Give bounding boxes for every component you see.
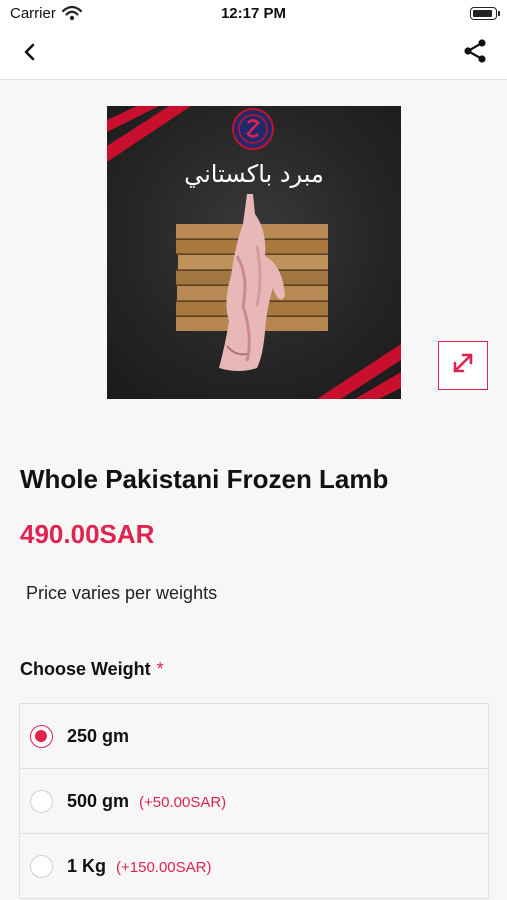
share-button[interactable] [459,38,491,68]
weight-option-label: 250 gm [67,726,129,747]
expand-arrows-icon [450,350,476,381]
status-time: 12:17 PM [220,5,287,22]
back-button[interactable] [14,40,46,68]
price-note: Price varies per weights [26,583,218,603]
chevron-left-icon [23,42,37,67]
weight-option-extra-price: (+50.00SAR) [139,794,227,811]
weight-option-name: 1 Kg [67,856,107,876]
radio-unselected[interactable] [30,790,53,813]
required-marker: * [156,659,164,679]
weight-option-label: 500 gm (+50.00SAR) [67,791,226,812]
weight-option[interactable]: 250 gm [19,703,489,769]
radio-selected[interactable] [30,725,53,748]
weight-options-list: 250 gm 500 gm (+50.00SAR) 1 Kg (+150.00SAR… [19,703,489,899]
expand-image-button[interactable] [438,341,488,390]
battery-icon [470,7,500,20]
weight-option-extra-price: (+150.00SAR) [116,859,212,876]
product-title: Whole Pakistani Frozen Lamb [20,464,389,494]
product-image-caption: مبرد باكستاني [184,160,324,188]
weight-option-name: 500 gm [67,791,130,811]
radio-unselected[interactable] [30,855,53,878]
weight-option[interactable]: 500 gm (+50.00SAR) [19,768,489,834]
weight-option[interactable]: 1 Kg (+150.00SAR) [19,833,489,899]
weight-option-name: 250 gm [67,726,130,746]
choose-weight-text: Choose Weight [20,659,151,679]
status-bar: Carrier 12:17 PM [0,0,507,28]
nav-bar [0,28,507,80]
choose-weight-label: Choose Weight * [20,659,164,680]
product-image[interactable]: مبرد باكستاني [107,106,401,399]
product-price: 490.00SAR [20,519,155,549]
weight-option-label: 1 Kg (+150.00SAR) [67,856,212,877]
share-icon [462,38,488,69]
